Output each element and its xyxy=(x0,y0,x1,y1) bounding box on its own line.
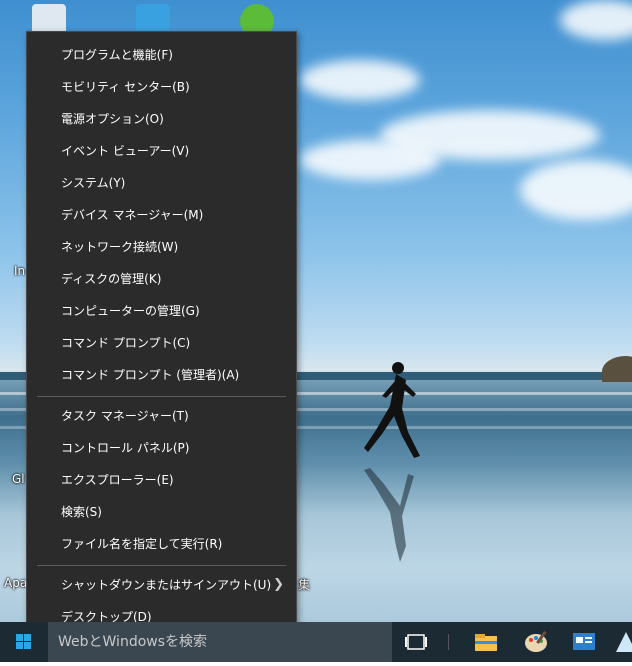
menu-item-control-panel[interactable]: コントロール パネル(P) xyxy=(27,433,296,463)
desktop-icon-label: In xyxy=(14,264,26,278)
menu-item-computer-management[interactable]: コンピューターの管理(G) xyxy=(27,296,296,326)
menu-item-power-options[interactable]: 電源オプション(O) xyxy=(27,104,296,134)
island xyxy=(602,356,632,382)
cloud xyxy=(300,60,420,100)
task-view-icon[interactable] xyxy=(402,628,430,656)
menu-item-system[interactable]: システム(Y) xyxy=(27,168,296,198)
menu-item-search[interactable]: 検索(S) xyxy=(27,497,296,527)
menu-item-file-explorer[interactable]: エクスプローラー(E) xyxy=(27,465,296,495)
menu-item-label: シャットダウンまたはサインアウト(U) xyxy=(61,578,272,592)
chevron-right-icon: ❯ xyxy=(273,577,284,592)
menu-separator xyxy=(37,565,286,566)
menu-item-device-manager[interactable]: デバイス マネージャー(M) xyxy=(27,200,296,230)
desktop-icon-label: Gl xyxy=(12,472,25,486)
menu-item-run[interactable]: ファイル名を指定して実行(R) xyxy=(27,529,296,559)
taskbar-search-box[interactable]: WebとWindowsを検索 xyxy=(48,622,392,662)
menu-item-command-prompt-admin[interactable]: コマンド プロンプト (管理者)(A) xyxy=(27,360,296,390)
menu-item-mobility-center[interactable]: モビリティ センター(B) xyxy=(27,72,296,102)
windows-start-icon xyxy=(16,634,31,649)
desktop-icon-label: 集 xyxy=(298,578,311,592)
app-icon[interactable] xyxy=(612,628,632,656)
paint-icon[interactable] xyxy=(522,628,550,656)
cloud xyxy=(520,160,632,220)
start-button[interactable] xyxy=(0,622,48,662)
menu-item-network-connections[interactable]: ネットワーク接続(W) xyxy=(27,232,296,262)
menu-item-programs-features[interactable]: プログラムと機能(F) xyxy=(27,40,296,70)
menu-item-event-viewer[interactable]: イベント ビューアー(V) xyxy=(27,136,296,166)
taskbar-divider xyxy=(448,634,449,650)
menu-separator xyxy=(37,396,286,397)
menu-item-disk-management[interactable]: ディスクの管理(K) xyxy=(27,264,296,294)
cloud xyxy=(560,0,632,40)
cloud xyxy=(300,140,440,180)
control-panel-icon[interactable] xyxy=(570,628,598,656)
winx-context-menu: プログラムと機能(F) モビリティ センター(B) 電源オプション(O) イベン… xyxy=(26,31,297,640)
menu-item-task-manager[interactable]: タスク マネージャー(T) xyxy=(27,401,296,431)
file-explorer-icon[interactable] xyxy=(472,628,500,656)
menu-item-command-prompt[interactable]: コマンド プロンプト(C) xyxy=(27,328,296,358)
runner-reflection xyxy=(364,468,414,562)
menu-item-shutdown-signout[interactable]: シャットダウンまたはサインアウト(U) ❯ xyxy=(27,570,296,600)
desktop-icon-label: Apa xyxy=(4,576,28,590)
taskbar: WebとWindowsを検索 xyxy=(0,622,632,662)
runner-silhouette xyxy=(364,362,420,458)
